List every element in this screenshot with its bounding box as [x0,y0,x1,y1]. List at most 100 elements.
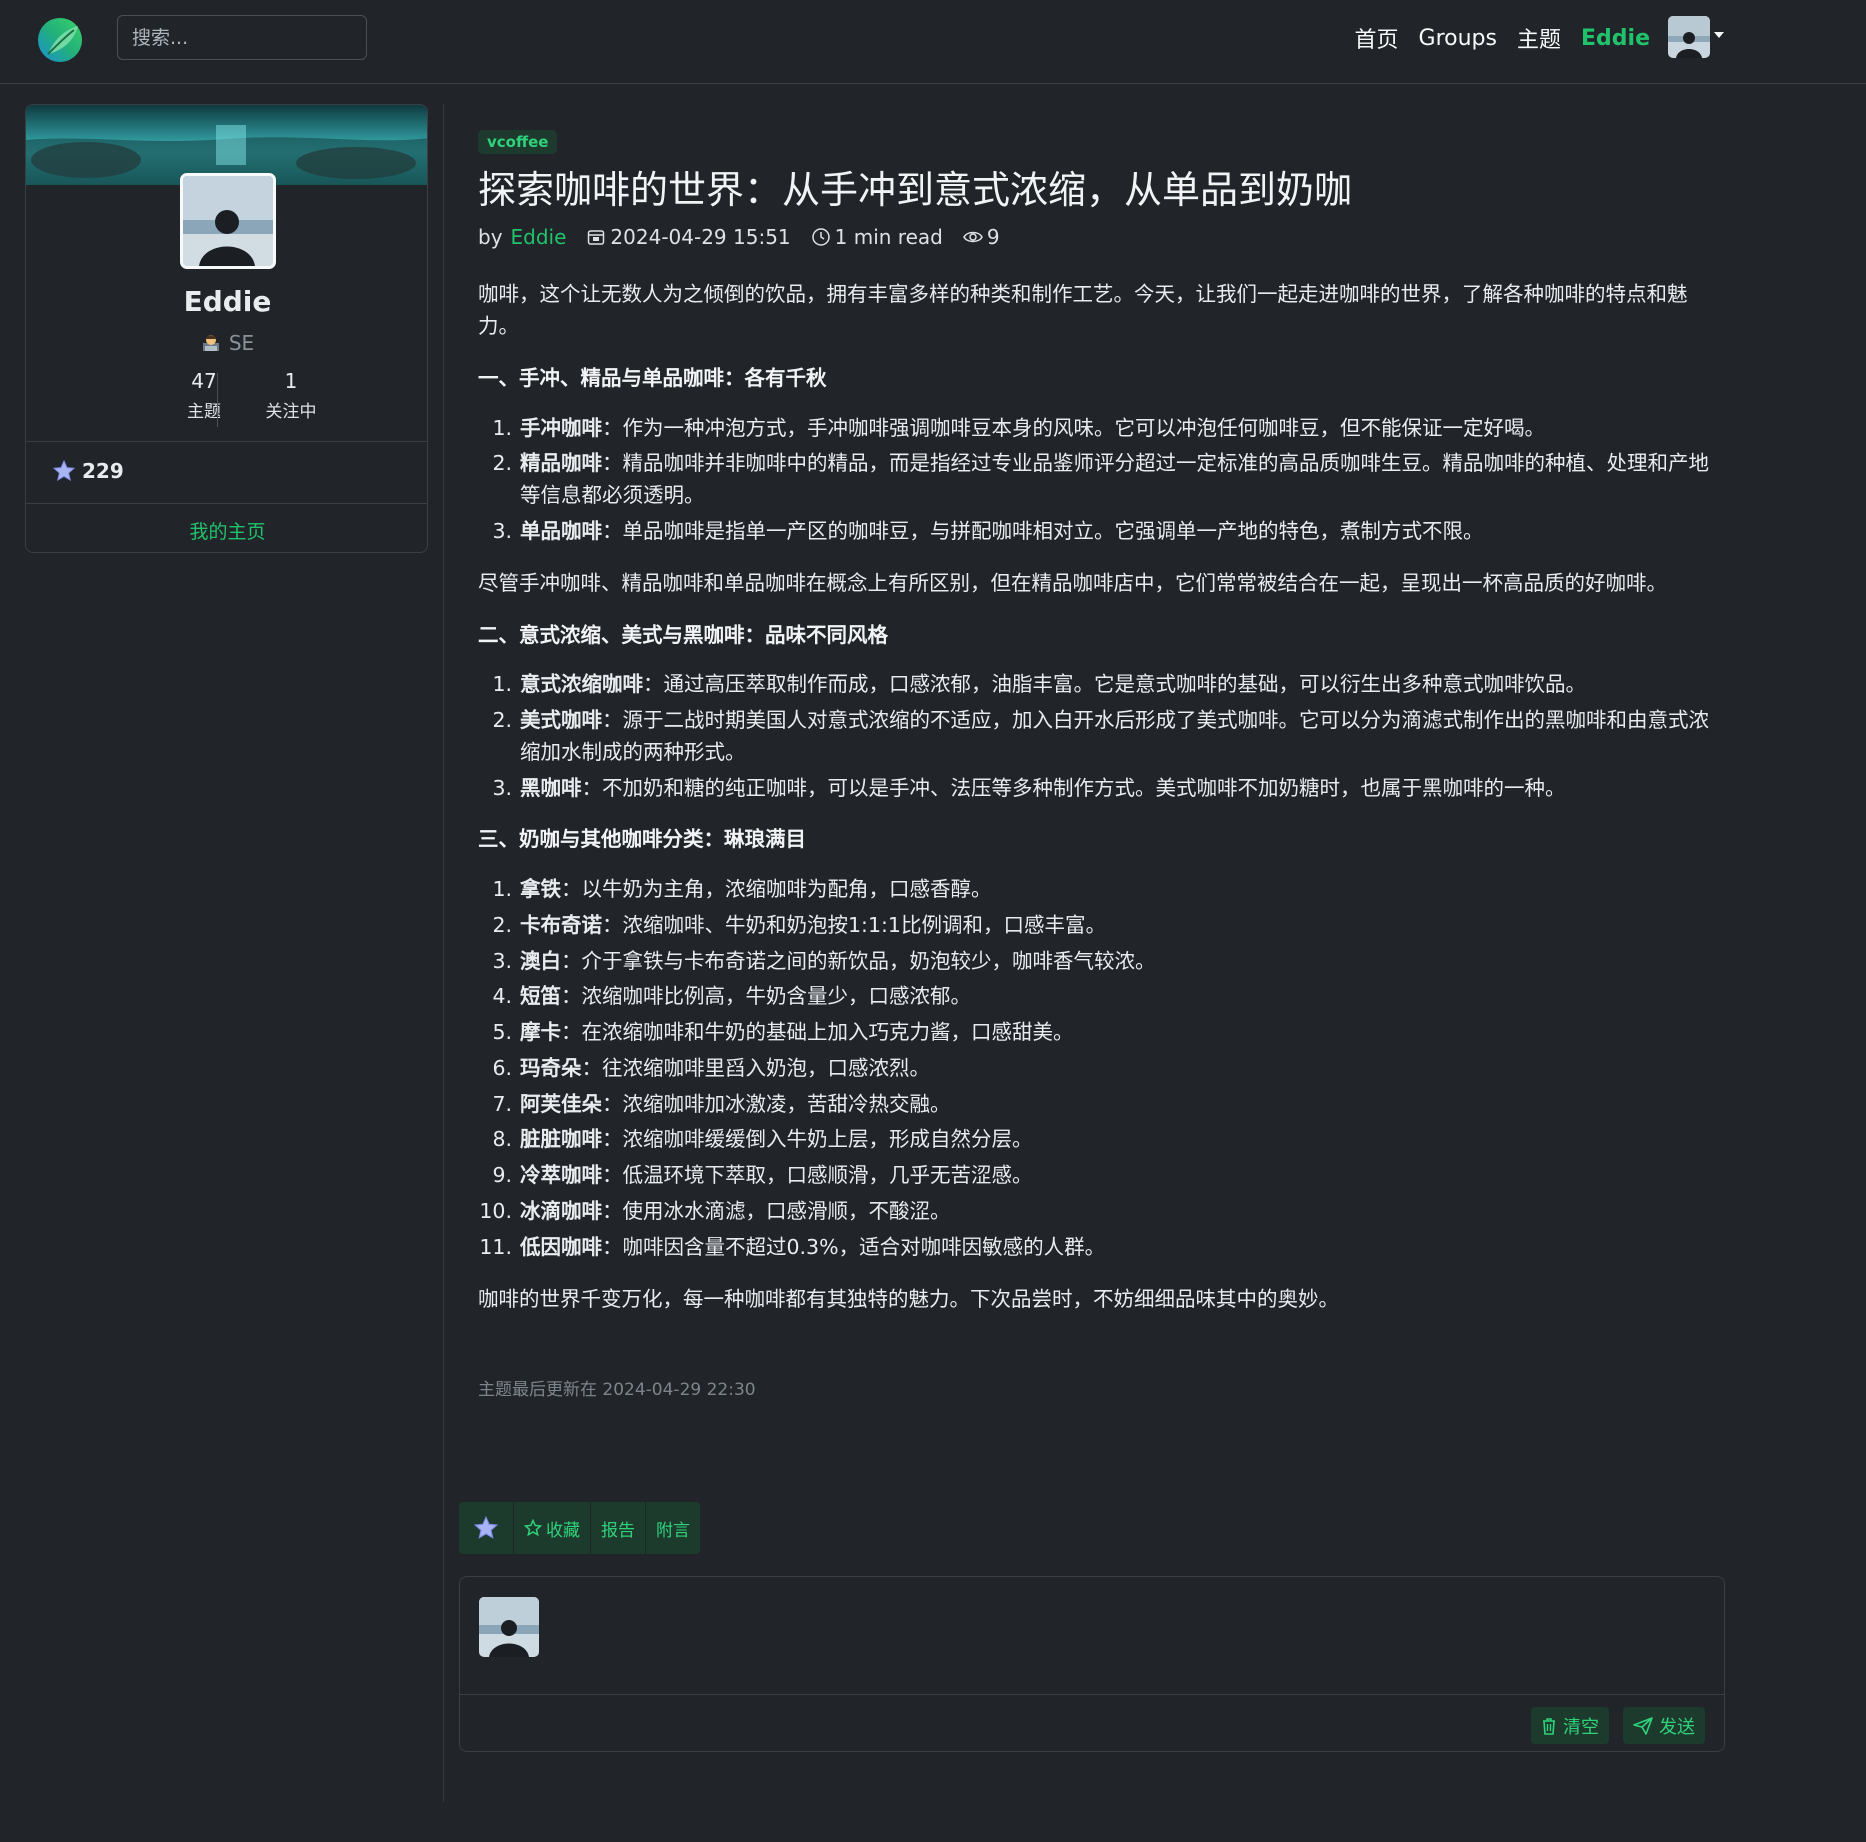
nav-user[interactable]: Eddie [1581,26,1650,51]
list-desc: ：单品咖啡是指单一产区的咖啡豆，与拼配咖啡相对立。它强调单一产地的特色，煮制方式… [602,518,1484,543]
avatar-image [479,1597,539,1657]
list-item: 5. 摩卡：在浓缩咖啡和牛奶的基础上加入巧克力酱，口感甜美。 [478,1017,1728,1049]
author-link[interactable]: Eddie [511,225,567,249]
comment-avatar [479,1597,539,1657]
section-paragraph: 尽管手冲咖啡、精品咖啡和单品咖啡在概念上有所区别，但在精品咖啡店中，它们常常被结… [478,570,1667,595]
list-term: 单品咖啡 [520,518,602,543]
star-button[interactable] [459,1502,514,1554]
list-item: 11. 低因咖啡：咖啡因含量不超过0.3%，适合对咖啡因敏感的人群。 [478,1232,1728,1264]
list-number: 1. [492,877,512,902]
report-button[interactable]: 报告 [591,1502,646,1554]
list-desc: ：浓缩咖啡加冰激凌，苦甜冷热交融。 [602,1091,951,1116]
avatar-image [1668,16,1710,58]
list-term: 冰滴咖啡 [520,1199,602,1223]
list-term: 阿芙佳朵 [520,1091,602,1116]
clear-button[interactable]: 清空 [1531,1707,1609,1744]
points: 229 [52,459,124,483]
nav-topics[interactable]: 主题 [1517,22,1561,54]
favorite-button[interactable]: 收藏 [514,1502,591,1554]
list-item: 3. 黑咖啡：不加奶和糖的纯正咖啡，可以是手冲、法压等多种制作方式。美式咖啡不加奶… [478,773,1728,805]
list-desc: ：不加奶和糖的纯正咖啡，可以是手冲、法压等多种制作方式。美式咖啡不加奶糖时，也属… [581,775,1566,800]
search-input[interactable] [117,15,367,60]
article-meta: by Eddie 2024-04-29 15:51 1 min read 9 [478,225,1728,249]
profile-role: SE [26,331,427,355]
list-number: 2. [492,451,512,476]
vertical-divider [443,104,444,1802]
list-term: 脏脏咖啡 [520,1127,602,1152]
divider [26,503,427,504]
list-desc: ：通过高压萃取制作而成，口感浓郁，油脂丰富。它是意式咖啡的基础，可以衍生出多种意… [643,672,1586,697]
send-icon [1633,1716,1653,1735]
list-item: 1. 拿铁：以牛奶为主角，浓缩咖啡为配角，口感香醇。 [478,874,1728,906]
list-item: 2. 精品咖啡：精品咖啡并非咖啡中的精品，而是指经过专业品鉴师评分超过一定标准的高… [478,448,1728,512]
list-number: 1. [492,415,512,440]
clock-icon [811,228,830,247]
list-term: 拿铁 [520,877,561,902]
read-time: 1 min read [834,225,943,250]
send-label: 发送 [1659,1716,1695,1738]
stat-following-count: 1 [284,369,298,393]
stat-following[interactable]: 1 关注中 [241,369,341,422]
chevron-down-icon[interactable] [1714,32,1724,38]
date-group: 2024-04-29 15:51 [586,225,791,250]
list-desc: ：作为一种冲泡方式，手冲咖啡强调咖啡豆本身的风味。它可以冲泡任何咖啡豆，但不能保… [602,415,1545,440]
list-term: 卡布奇诺 [520,912,602,937]
list-number: 9. [492,1163,512,1188]
list-desc: ：浓缩咖啡缓缓倒入牛奶上层，形成自然分层。 [602,1127,1033,1152]
comment-input[interactable] [556,1591,1706,1671]
section-paragraph: 咖啡的世界千变万化，每一种咖啡都有其独特的魅力。下次品尝时，不妨细细品味其中的奥… [478,1286,1339,1311]
section-heading: 二、意式浓缩、美式与黑咖啡：品味不同风格 [478,622,888,647]
divider [460,1694,1724,1695]
list-desc: ：介于拿铁与卡布奇诺之间的新饮品，奶泡较少，咖啡香气较浓。 [561,948,1156,973]
list-term: 冷萃咖啡 [520,1163,602,1188]
list-term: 美式咖啡 [520,708,602,733]
list-number: 8. [492,1127,512,1152]
group-tag[interactable]: vcoffee [478,130,558,154]
list-desc: ：咖啡因含量不超过0.3%，适合对咖啡因敏感的人群。 [602,1234,1106,1259]
list-term: 精品咖啡 [520,451,602,476]
list-term: 黑咖啡 [520,775,582,800]
role-label: SE [228,331,255,355]
site-logo[interactable] [34,14,86,66]
list-desc: ：浓缩咖啡、牛奶和奶泡按1:1:1比例调和，口感丰富。 [602,912,1106,937]
list-desc: ：浓缩咖啡比例高，牛奶含量少，口感浓郁。 [561,984,971,1009]
eye-icon [963,232,983,243]
profile-avatar[interactable] [180,173,276,269]
list-desc: ：以牛奶为主角，浓缩咖啡为配角，口感香醇。 [561,877,992,902]
profile-stats: 47 主题 1 关注中 [26,369,427,429]
nav-home[interactable]: 首页 [1355,22,1399,54]
list-term: 低因咖啡 [520,1234,602,1259]
section-list: 1. 意式浓缩咖啡：通过高压萃取制作而成，口感浓郁，油脂丰富。它是意式咖啡的基础，… [478,669,1728,804]
list-number: 1. [492,672,512,697]
stat-topics[interactable]: 47 主题 [154,369,254,422]
post-date: 2024-04-29 15:51 [610,225,791,250]
append-button[interactable]: 附言 [646,1502,700,1554]
list-number: 11. [479,1234,512,1259]
views-group: 9 [963,225,1000,249]
list-item: 1. 手冲咖啡：作为一种冲泡方式，手冲咖啡强调咖啡豆本身的风味。它可以冲泡任何咖啡… [478,413,1728,445]
list-number: 2. [492,912,512,937]
nav-groups[interactable]: Groups [1419,26,1497,51]
list-desc: ：在浓缩咖啡和牛奶的基础上加入巧克力酱，口感甜美。 [561,1020,1074,1045]
section-list: 1. 手冲咖啡：作为一种冲泡方式，手冲咖啡强调咖啡豆本身的风味。它可以冲泡任何咖啡… [478,413,1728,548]
user-avatar-menu[interactable] [1668,16,1710,58]
stats-divider [217,373,218,427]
list-item: 10. 冰滴咖啡：使用冰水滴滤，口感滑顺，不酸涩。 [478,1196,1728,1228]
action-bar: 收藏 报告 附言 [459,1502,700,1554]
list-number: 2. [492,708,512,733]
send-button[interactable]: 发送 [1623,1707,1705,1744]
intro-paragraph: 咖啡，这个让无数人为之倾倒的饮品，拥有丰富多样的种类和制作工艺。今天，让我们一起… [478,282,1688,339]
stat-topics-label: 主题 [187,402,221,422]
list-item: 8. 脏脏咖啡：浓缩咖啡缓缓倒入牛奶上层，形成自然分层。 [478,1124,1728,1156]
by-label: by [478,225,503,250]
trash-icon [1543,1717,1555,1735]
nav-links: 首页 Groups 主题 Eddie [1355,22,1650,54]
section-list: 1. 拿铁：以牛奶为主角，浓缩咖啡为配角，口感香醇。 2. 卡布奇诺：浓缩咖啡、牛奶和… [478,874,1728,1263]
article: vcoffee 探索咖啡的世界：从手冲到意式浓缩，从单品到奶咖 by Eddie… [478,128,1728,1400]
list-desc: ：源于二战时期美国人对意式浓缩的不适应，加入白开水后形成了美式咖啡。它可以分为滴… [520,708,1709,764]
list-desc: ：往浓缩咖啡里舀入奶泡，口感浓烈。 [581,1055,931,1080]
list-item: 4. 短笛：浓缩咖啡比例高，牛奶含量少，口感浓郁。 [478,981,1728,1013]
my-homepage-link[interactable]: 我的主页 [26,517,427,544]
clear-label: 清空 [1563,1716,1599,1738]
list-number: 7. [492,1091,512,1116]
